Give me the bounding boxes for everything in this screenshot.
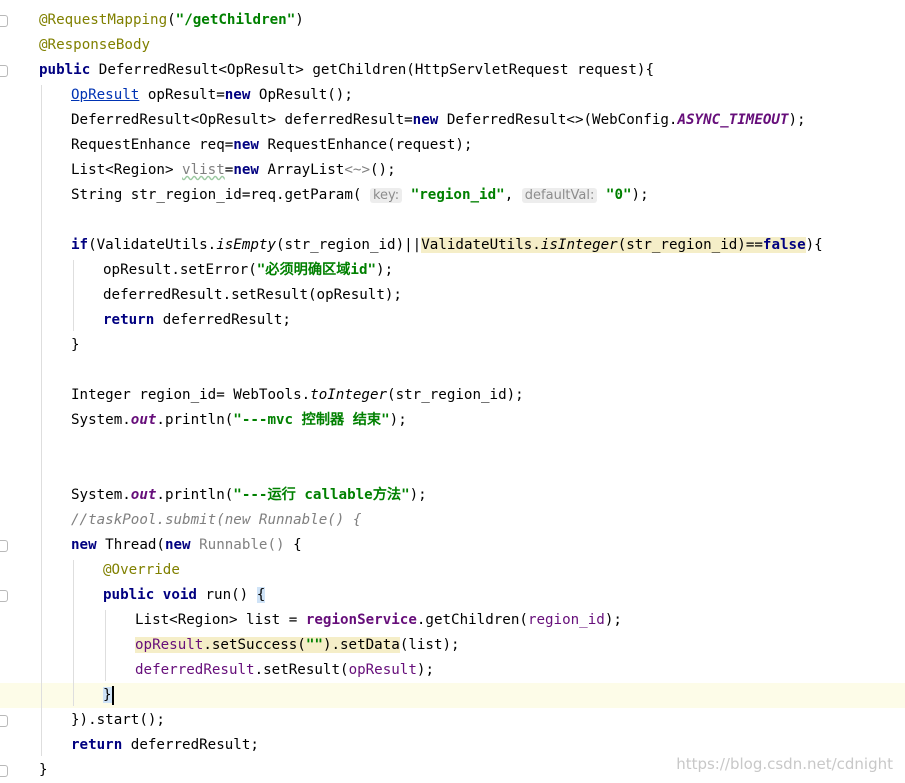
indent-guide	[105, 610, 106, 681]
code-line-text: OpResult opResult=new OpResult();	[71, 87, 353, 103]
code-line[interactable]: return deferredResult;	[0, 308, 905, 333]
code-line[interactable]: opResult.setError("必须明确区域id");	[0, 258, 905, 283]
code-line[interactable]	[0, 458, 905, 483]
code-line-text: public DeferredResult<OpResult> getChild…	[39, 62, 654, 78]
code-line[interactable]: }	[0, 683, 905, 708]
code-line[interactable]: Integer region_id= WebTools.toInteger(st…	[0, 383, 905, 408]
code-line[interactable]: DeferredResult<OpResult> deferredResult=…	[0, 108, 905, 133]
code-line-text: opResult.setError("必须明确区域id");	[103, 262, 394, 278]
code-line[interactable]	[0, 208, 905, 233]
code-line-text: RequestEnhance req=new RequestEnhance(re…	[71, 137, 473, 153]
code-line-text: opResult.setSuccess("").setData(list);	[135, 637, 460, 653]
code-line-text: Integer region_id= WebTools.toInteger(st…	[71, 387, 524, 403]
code-line[interactable]: new Thread(new Runnable() {	[0, 533, 905, 558]
code-line-text: public void run() {	[103, 587, 266, 603]
code-line[interactable]: List<Region> vlist=new ArrayList<~>();	[0, 158, 905, 183]
code-line[interactable]: public void run() {	[0, 583, 905, 608]
code-line[interactable]	[0, 358, 905, 383]
code-line-text: DeferredResult<OpResult> deferredResult=…	[71, 112, 806, 128]
code-line[interactable]: deferredResult.setResult(opResult);	[0, 658, 905, 683]
code-line-text: List<Region> list = regionService.getChi…	[135, 612, 622, 628]
code-line-text: //taskPool.submit(new Runnable() {	[71, 512, 362, 528]
indent-guide	[73, 560, 74, 706]
code-line[interactable]: System.out.println("---运行 callable方法");	[0, 483, 905, 508]
code-line[interactable]: }).start();	[0, 708, 905, 733]
code-line-text: deferredResult.setResult(opResult);	[103, 287, 402, 303]
code-line-text: String str_region_id=req.getParam( key: …	[71, 187, 649, 203]
code-line[interactable]: if(ValidateUtils.isEmpty(str_region_id)|…	[0, 233, 905, 258]
code-line-text: List<Region> vlist=new ArrayList<~>();	[71, 162, 396, 178]
code-line[interactable]: RequestEnhance req=new RequestEnhance(re…	[0, 133, 905, 158]
code-line-text: }	[71, 337, 80, 353]
code-line-text: new Thread(new Runnable() {	[71, 537, 302, 553]
code-line[interactable]: OpResult opResult=new OpResult();	[0, 83, 905, 108]
code-line[interactable]: opResult.setSuccess("").setData(list);	[0, 633, 905, 658]
code-line[interactable]: @Override	[0, 558, 905, 583]
code-editor[interactable]: @RequestMapping("/getChildren") @Response…	[0, 8, 905, 783]
code-line-text: }).start();	[71, 712, 165, 728]
code-line[interactable]: @ResponseBody	[0, 33, 905, 58]
code-line[interactable]: public DeferredResult<OpResult> getChild…	[0, 58, 905, 83]
code-line-text: }	[39, 762, 48, 778]
code-line-text: @RequestMapping("/getChildren")	[39, 12, 304, 28]
code-line-text: return deferredResult;	[71, 737, 259, 753]
code-line[interactable]: @RequestMapping("/getChildren")	[0, 8, 905, 33]
code-line-text: }	[103, 685, 114, 705]
code-line[interactable]: //taskPool.submit(new Runnable() {	[0, 508, 905, 533]
code-line-text: @Override	[103, 562, 180, 578]
code-line[interactable]: String str_region_id=req.getParam( key: …	[0, 183, 905, 208]
indent-guide	[41, 85, 42, 756]
watermark: https://blog.csdn.net/cdnight	[676, 755, 893, 773]
code-line-text: deferredResult.setResult(opResult);	[135, 662, 434, 678]
code-line[interactable]: System.out.println("---mvc 控制器 结束");	[0, 408, 905, 433]
code-line[interactable]: List<Region> list = regionService.getChi…	[0, 608, 905, 633]
code-line-text: System.out.println("---mvc 控制器 结束");	[71, 412, 407, 428]
code-line-text: @ResponseBody	[39, 37, 151, 53]
indent-guide	[73, 260, 74, 331]
code-line-text: System.out.println("---运行 callable方法");	[71, 487, 427, 503]
code-line-text: return deferredResult;	[103, 312, 291, 328]
code-line[interactable]: }	[0, 333, 905, 358]
code-line[interactable]	[0, 433, 905, 458]
code-line[interactable]: deferredResult.setResult(opResult);	[0, 283, 905, 308]
code-line-text: if(ValidateUtils.isEmpty(str_region_id)|…	[71, 237, 823, 253]
